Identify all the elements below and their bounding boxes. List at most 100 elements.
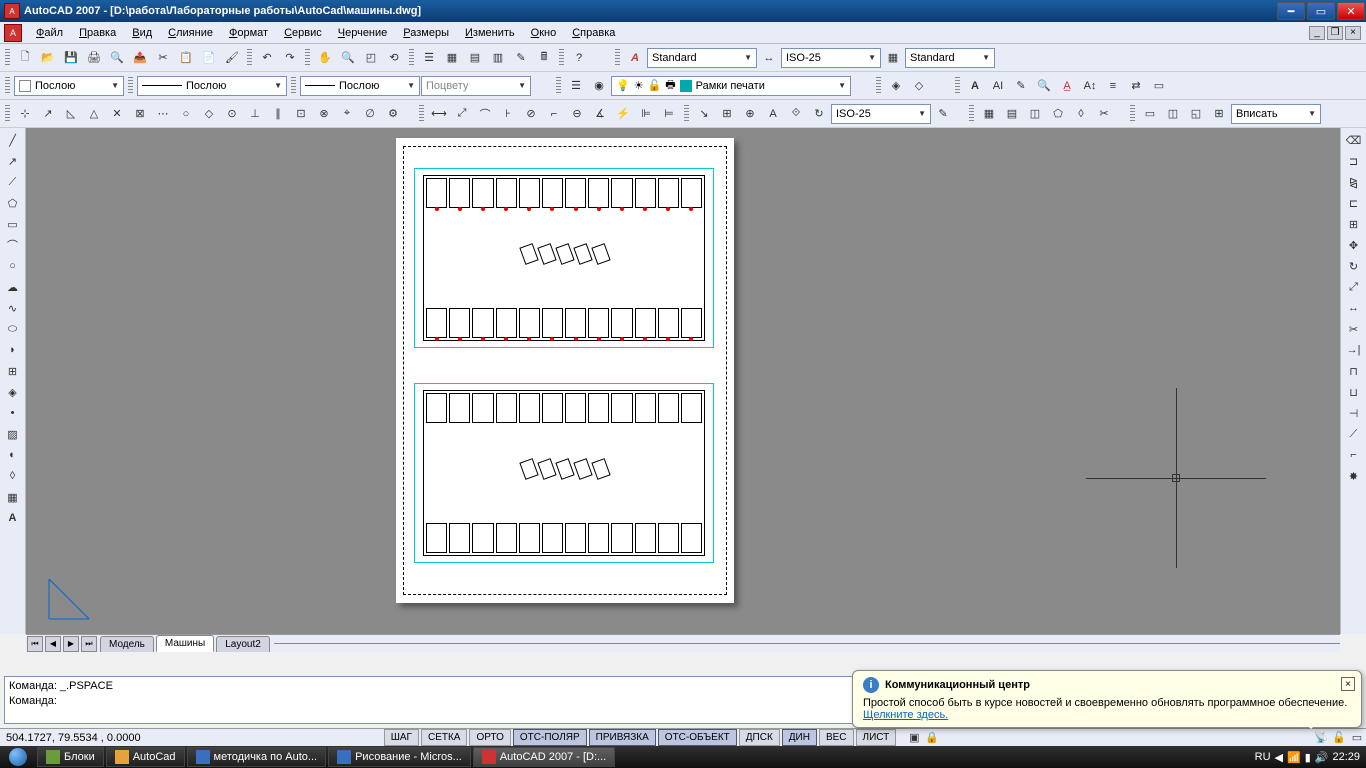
snap-toggle[interactable]: ШАГ: [384, 729, 419, 746]
new-button[interactable]: 🗋: [14, 47, 36, 69]
ducs-toggle[interactable]: ДПСК: [739, 729, 780, 746]
dim-baseline-button[interactable]: ⊫: [635, 103, 657, 125]
dim-style-dropdown[interactable]: ISO-25▼: [781, 48, 881, 68]
task-item[interactable]: Рисование - Micros...: [328, 747, 471, 767]
viewport-2[interactable]: [414, 383, 714, 563]
ellipse-arc-button[interactable]: ◗: [2, 340, 24, 360]
layer-iso-button[interactable]: ◇: [908, 75, 930, 97]
dimstyle-button[interactable]: ✎: [932, 103, 954, 125]
tablestyle-icon[interactable]: ▦: [882, 47, 904, 69]
mdi-minimize[interactable]: _: [1309, 26, 1325, 40]
table-style-dropdown[interactable]: Standard▼: [905, 48, 995, 68]
match-button[interactable]: 🖌: [221, 47, 243, 69]
find-button[interactable]: 🔍: [1033, 75, 1055, 97]
properties-button[interactable]: ☰: [418, 47, 440, 69]
menu-tools[interactable]: Сервис: [276, 24, 330, 42]
move-button[interactable]: ✥: [1343, 235, 1365, 255]
snap-quad-button[interactable]: ◇: [198, 103, 220, 125]
toolbar-grip[interactable]: [5, 77, 10, 95]
lwt-toggle[interactable]: ВЕС: [819, 729, 854, 746]
dim-edit-button[interactable]: A: [762, 103, 784, 125]
join-button[interactable]: ⊣: [1343, 403, 1365, 423]
text-style-dropdown[interactable]: Standard▼: [647, 48, 757, 68]
snap-mid-button[interactable]: △: [83, 103, 105, 125]
vp-3-button[interactable]: ◱: [1185, 103, 1207, 125]
zoom-prev-button[interactable]: ⟲: [383, 47, 405, 69]
zoom-realtime-button[interactable]: 🔍: [337, 47, 359, 69]
menu-draw[interactable]: Черчение: [330, 24, 396, 42]
plot-button[interactable]: 🖨: [83, 47, 105, 69]
toolbar-grip[interactable]: [247, 49, 252, 67]
hatch-button[interactable]: ▨: [2, 424, 24, 444]
balloon-link[interactable]: Щелкните здесь.: [863, 709, 948, 721]
plotstyle-dropdown[interactable]: Поцвету▼: [421, 76, 531, 96]
task-item-active[interactable]: AutoCAD 2007 - [D:...: [473, 747, 615, 767]
help-button[interactable]: ?: [568, 47, 590, 69]
mirror-button[interactable]: ⧎: [1343, 172, 1365, 192]
tab-last-button[interactable]: ⏭: [81, 636, 97, 652]
dim-arc-button[interactable]: ⌒: [474, 103, 496, 125]
task-item[interactable]: Блоки: [37, 747, 104, 767]
ellipse-button[interactable]: ⬭: [2, 319, 24, 339]
spell-button[interactable]: A̲: [1056, 75, 1078, 97]
toolbar-grip[interactable]: [409, 49, 414, 67]
vp-4-button[interactable]: ⊞: [1208, 103, 1230, 125]
preview-button[interactable]: 🔍: [106, 47, 128, 69]
menu-modify[interactable]: Изменить: [457, 24, 523, 42]
zoom-window-button[interactable]: ◰: [360, 47, 382, 69]
offset-button[interactable]: ⊏: [1343, 193, 1365, 213]
snap-par-button[interactable]: ∥: [267, 103, 289, 125]
dim-style-combo[interactable]: ISO-25▼: [831, 104, 931, 124]
tab-layout1[interactable]: Машины: [156, 635, 214, 652]
lineweight-dropdown[interactable]: Послою▼: [300, 76, 420, 96]
make-block-button[interactable]: ◈: [2, 382, 24, 402]
tab-next-button[interactable]: ▶: [63, 636, 79, 652]
menu-file[interactable]: Файл: [28, 24, 71, 42]
balloon-close-button[interactable]: ×: [1341, 677, 1355, 691]
dim-radius-button[interactable]: ⊘: [520, 103, 542, 125]
toolbar-grip[interactable]: [556, 77, 561, 95]
clean-screen-icon[interactable]: ▭: [1348, 730, 1366, 746]
maximize-button[interactable]: ▭: [1307, 2, 1335, 20]
toolbar-grip[interactable]: [876, 77, 881, 95]
toolbar-grip[interactable]: [615, 49, 620, 67]
coords-display[interactable]: 504.1727, 79.5534 , 0.0000: [0, 730, 383, 746]
tool-palette-button[interactable]: ▤: [464, 47, 486, 69]
toolbar-grip[interactable]: [1130, 105, 1135, 123]
polar-toggle[interactable]: ОТС-ПОЛЯР: [513, 729, 587, 746]
stretch-button[interactable]: ↔: [1343, 298, 1365, 318]
toolbar-grip[interactable]: [5, 49, 10, 67]
erase-button[interactable]: ⌫: [1343, 130, 1365, 150]
vp-2-button[interactable]: ◫: [1162, 103, 1184, 125]
volume-icon[interactable]: 🔊: [1315, 751, 1329, 764]
dim-diameter-button[interactable]: ⊖: [566, 103, 588, 125]
linetype-dropdown[interactable]: Послою▼: [137, 76, 287, 96]
gradient-button[interactable]: ◐: [2, 445, 24, 465]
language-indicator[interactable]: RU: [1255, 751, 1271, 763]
menu-window[interactable]: Окно: [523, 24, 565, 42]
copy-button[interactable]: 📋: [175, 47, 197, 69]
osnap-toggle[interactable]: ПРИВЯЗКА: [589, 729, 656, 746]
menu-edit[interactable]: Правка: [71, 24, 124, 42]
tab-prev-button[interactable]: ◀: [45, 636, 61, 652]
break-at-button[interactable]: ⊓: [1343, 361, 1365, 381]
snap-none-button[interactable]: ∅: [359, 103, 381, 125]
break-button[interactable]: ⊔: [1343, 382, 1365, 402]
minimize-button[interactable]: ━: [1277, 2, 1305, 20]
vp-1-button[interactable]: ▭: [1139, 103, 1161, 125]
toolbar-grip[interactable]: [419, 105, 424, 123]
dyn-toggle[interactable]: ДИН: [782, 729, 817, 746]
toolbar-grip[interactable]: [305, 49, 310, 67]
menu-view[interactable]: Вид: [124, 24, 160, 42]
xline-button[interactable]: ↗: [2, 151, 24, 171]
design-center-button[interactable]: ▦: [441, 47, 463, 69]
vp-poly-button[interactable]: ⬠: [1047, 103, 1069, 125]
vp-display-button[interactable]: ▦: [978, 103, 1000, 125]
battery-icon[interactable]: ▮: [1305, 751, 1311, 764]
dim-center-button[interactable]: ⊕: [739, 103, 761, 125]
snap-appint-button[interactable]: ⊠: [129, 103, 151, 125]
polygon-button[interactable]: ⬠: [2, 193, 24, 213]
rotate-button[interactable]: ↻: [1343, 256, 1365, 276]
circle-button[interactable]: ○: [2, 256, 24, 276]
otrack-toggle[interactable]: ОТС-ОБЪЕКТ: [658, 729, 737, 746]
